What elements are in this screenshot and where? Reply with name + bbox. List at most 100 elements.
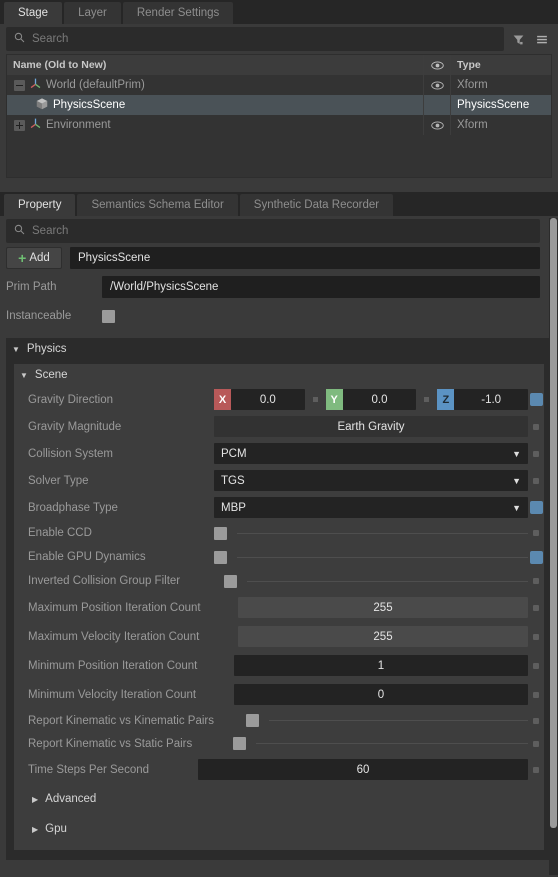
search-icon (14, 224, 25, 238)
field-label: Time Steps Per Second (28, 763, 150, 776)
report-kinematic-vs-kinematic-checkbox[interactable] (246, 714, 259, 727)
physics-section-header[interactable]: ▼ Physics (6, 338, 552, 360)
field-label: Enable GPU Dynamics (28, 551, 146, 563)
report-kinematic-vs-static-checkbox[interactable] (233, 737, 246, 750)
chevron-down-icon: ▼ (12, 344, 20, 354)
stage-tree[interactable]: Name (Old to New) Type World (defaultPri… (6, 54, 552, 178)
property-search-input[interactable]: Search (6, 219, 540, 243)
gravity-x-input[interactable]: X 0.0 (214, 389, 305, 410)
visibility-toggle[interactable] (423, 95, 451, 115)
max-position-iteration-value[interactable]: 255 (238, 597, 528, 618)
tree-item-label: PhysicsScene (53, 99, 126, 111)
tab-semantics-schema-editor[interactable]: Semantics Schema Editor (77, 194, 238, 216)
slider-track (269, 720, 528, 721)
tree-item-environment[interactable]: Environment (7, 117, 423, 133)
tab-synthetic-data-recorder[interactable]: Synthetic Data Recorder (239, 194, 394, 216)
field-label: Minimum Position Iteration Count (28, 659, 198, 672)
tree-item-physicsscene[interactable]: PhysicsScene (7, 97, 423, 114)
filter-icon[interactable] (508, 28, 528, 50)
default-marker[interactable] (528, 450, 544, 457)
min-velocity-iteration-controls: 0 (234, 684, 528, 705)
expander-plus-icon[interactable] (14, 119, 25, 131)
gpu-subsection-header[interactable]: ▶ Gpu (14, 814, 544, 844)
chevron-down-icon: ▼ (512, 448, 521, 459)
default-marker[interactable] (528, 691, 544, 698)
field-enable-gpu-dynamics: Enable GPU Dynamics (14, 545, 544, 569)
table-row[interactable]: PhysicsScene PhysicsScene (7, 95, 551, 115)
add-button[interactable]: + Add (6, 247, 62, 269)
tree-item-type: Xform (457, 119, 488, 131)
gravity-y-input[interactable]: Y 0.0 (325, 389, 417, 410)
field-label: Maximum Position Iteration Count (28, 601, 201, 614)
property-scrollbar-thumb[interactable] (550, 218, 557, 828)
scene-section: ▼ Scene Gravity Direction X 0.0 Y 0.0 Z … (14, 364, 544, 850)
xform-axis-icon (29, 117, 42, 133)
default-marker[interactable] (528, 766, 544, 773)
instanceable-checkbox[interactable] (102, 309, 115, 323)
property-panel: Property Semantics Schema Editor Synthet… (0, 192, 558, 877)
hamburger-menu-icon[interactable] (532, 28, 552, 50)
field-gravity-direction: Gravity Direction X 0.0 Y 0.0 Z -1.0 (14, 386, 544, 413)
field-label: Inverted Collision Group Filter (28, 575, 181, 587)
field-label: Minimum Velocity Iteration Count (28, 688, 197, 701)
axis-x-value[interactable]: 0.0 (231, 389, 305, 410)
tree-item-world[interactable]: World (defaultPrim) (7, 77, 423, 93)
advanced-subsection-header[interactable]: ▶ Advanced (14, 784, 544, 814)
tree-column-type[interactable]: Type (451, 59, 551, 71)
enable-ccd-checkbox[interactable] (214, 526, 227, 540)
axis-z-value[interactable]: -1.0 (454, 389, 529, 410)
scene-section-header[interactable]: ▼ Scene (14, 364, 544, 386)
stage-search-input[interactable]: Search (6, 27, 504, 51)
inverted-collision-group-filter-checkbox[interactable] (224, 574, 237, 588)
field-label: Collision System (28, 447, 113, 460)
collision-system-dropdown[interactable]: PCM ▼ (214, 443, 528, 464)
visibility-toggle[interactable] (423, 115, 451, 135)
default-marker[interactable] (528, 477, 544, 484)
report-kinematic-vs-static-controls (233, 737, 528, 750)
enable-ccd-controls (214, 526, 528, 540)
visibility-toggle[interactable] (423, 75, 451, 95)
min-position-iteration-value[interactable]: 1 (234, 655, 528, 676)
prim-path-field[interactable]: /World/PhysicsScene (102, 276, 540, 298)
default-marker[interactable] (528, 604, 544, 611)
tree-column-visibility[interactable] (423, 55, 451, 75)
default-marker[interactable] (528, 633, 544, 640)
axis-y-tag: Y (325, 389, 343, 410)
modified-marker[interactable] (528, 550, 544, 564)
min-velocity-iteration-value[interactable]: 0 (234, 684, 528, 705)
instanceable-row: Instanceable (6, 304, 552, 328)
chevron-down-icon: ▼ (512, 502, 521, 513)
time-steps-per-second-value[interactable]: 60 (198, 759, 528, 780)
table-row[interactable]: Environment Xform (7, 115, 551, 135)
default-marker[interactable] (528, 578, 544, 584)
default-marker[interactable] (528, 740, 544, 747)
default-marker[interactable] (528, 530, 544, 536)
property-scrollbar[interactable] (549, 218, 558, 875)
modified-marker[interactable] (528, 393, 544, 406)
table-row[interactable]: World (defaultPrim) Xform (7, 75, 551, 95)
chevron-down-icon: ▼ (20, 370, 28, 380)
tab-render-settings[interactable]: Render Settings (122, 2, 234, 24)
prim-name-field[interactable]: PhysicsScene (70, 247, 540, 269)
separator-dot (424, 397, 430, 402)
tree-column-name[interactable]: Name (Old to New) (7, 59, 423, 71)
field-solver-type: Solver Type TGS ▼ (14, 467, 544, 494)
modified-marker[interactable] (528, 501, 544, 514)
gravity-z-input[interactable]: Z -1.0 (437, 389, 529, 410)
max-velocity-iteration-value[interactable]: 255 (238, 626, 528, 647)
tab-layer[interactable]: Layer (64, 2, 121, 24)
gravity-magnitude-value[interactable]: Earth Gravity (214, 416, 528, 437)
tab-property[interactable]: Property (4, 194, 76, 216)
default-marker[interactable] (528, 717, 544, 724)
tree-item-type: Xform (457, 79, 488, 91)
axis-x-tag: X (214, 389, 231, 410)
enable-gpu-dynamics-checkbox[interactable] (214, 550, 227, 564)
axis-y-value[interactable]: 0.0 (342, 389, 417, 410)
default-marker[interactable] (528, 662, 544, 669)
tab-stage[interactable]: Stage (4, 2, 63, 24)
expander-minus-icon[interactable] (14, 79, 25, 91)
broadphase-type-dropdown[interactable]: MBP ▼ (214, 497, 528, 518)
default-marker[interactable] (528, 423, 544, 430)
chevron-right-icon: ▶ (32, 824, 39, 834)
solver-type-dropdown[interactable]: TGS ▼ (214, 470, 528, 491)
